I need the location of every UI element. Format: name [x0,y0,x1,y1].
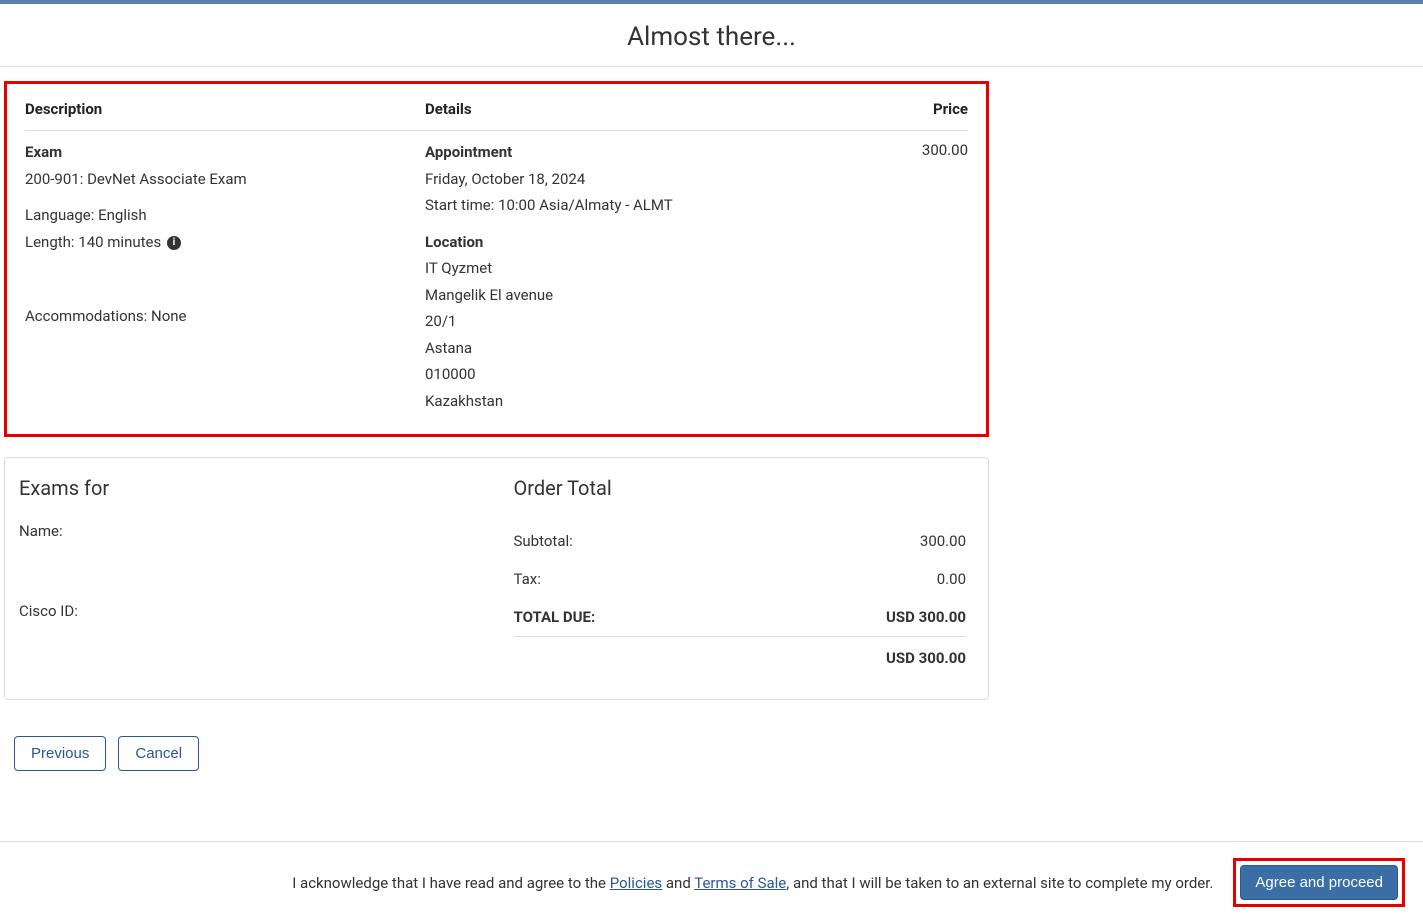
exams-for-panel: Exams for Name: Cisco ID: [5,458,494,699]
exam-accommodations: Accommodations: None [25,305,405,328]
page-title: Almost there... [0,22,1423,52]
order-total-panel: Order Total Subtotal: 300.00 Tax: 0.00 T… [494,458,989,699]
exam-name: 200-901: DevNet Associate Exam [25,168,405,191]
exam-language: Language: English [25,204,405,227]
price-cell: 300.00 [868,141,968,416]
footer-bar: I acknowledge that I have read and agree… [0,841,1423,923]
location-name: IT Qyzmet [425,257,868,280]
ack-and: and [662,874,694,892]
summary-body-row: Exam 200-901: DevNet Associate Exam Lang… [25,141,968,416]
agree-and-proceed-button[interactable]: Agree and proceed [1240,865,1398,900]
page-header: Almost there... [0,4,1423,67]
location-label: Location [425,231,868,254]
ack-pre: I acknowledge that I have read and agree… [292,874,610,892]
subtotal-row: Subtotal: 300.00 [514,522,967,560]
total-due-label: TOTAL DUE: [514,608,596,626]
order-total-heading: Order Total [514,476,967,500]
appointment-label: Appointment [425,141,868,164]
cancel-button[interactable]: Cancel [118,736,199,771]
tax-value: 0.00 [937,570,966,588]
terms-link[interactable]: Terms of Sale [694,874,786,892]
appointment-date: Friday, October 18, 2024 [425,168,868,191]
nav-buttons: Previous Cancel [14,736,1423,771]
location-city: Astana [425,337,868,360]
location-country: Kazakhstan [425,390,868,413]
main-content: Description Details Price Exam 200-901: … [0,67,1423,771]
name-label: Name: [19,522,472,540]
col-header-description: Description [25,100,425,118]
total-due-row: TOTAL DUE: USD 300.00 [514,598,967,637]
location-num: 20/1 [425,310,868,333]
subtotal-value: 300.00 [920,532,966,550]
appointment-start: Start time: 10:00 Asia/Almaty - ALMT [425,194,868,217]
total-due-value: USD 300.00 [886,608,966,626]
location-zip: 010000 [425,363,868,386]
exams-for-heading: Exams for [19,476,472,500]
location-street: Mangelik El avenue [425,284,868,307]
ack-post: , and that I will be taken to an externa… [786,874,1213,892]
previous-button[interactable]: Previous [14,736,106,771]
order-summary-box: Description Details Price Exam 200-901: … [4,81,989,437]
agree-button-highlight: Agree and proceed [1233,858,1405,907]
info-icon[interactable]: i [167,236,181,250]
subtotal-label: Subtotal: [514,532,573,550]
grand-total-value: USD 300.00 [886,649,966,667]
acknowledge-text: I acknowledge that I have read and agree… [292,874,1213,892]
policies-link[interactable]: Policies [610,874,662,892]
grand-total-row: USD 300.00 [514,637,967,677]
info-panels: Exams for Name: Cisco ID: Order Total Su… [4,457,989,700]
description-cell: Exam 200-901: DevNet Associate Exam Lang… [25,141,425,416]
exam-length: Length: 140 minutes i [25,231,405,254]
col-header-details: Details [425,100,868,118]
tax-row: Tax: 0.00 [514,560,967,598]
summary-header-row: Description Details Price [25,100,968,131]
exam-length-text: Length: 140 minutes [25,233,161,251]
cisco-id-label: Cisco ID: [19,602,472,620]
details-cell: Appointment Friday, October 18, 2024 Sta… [425,141,868,416]
exam-label: Exam [25,141,405,164]
tax-label: Tax: [514,570,541,588]
col-header-price: Price [868,100,968,118]
